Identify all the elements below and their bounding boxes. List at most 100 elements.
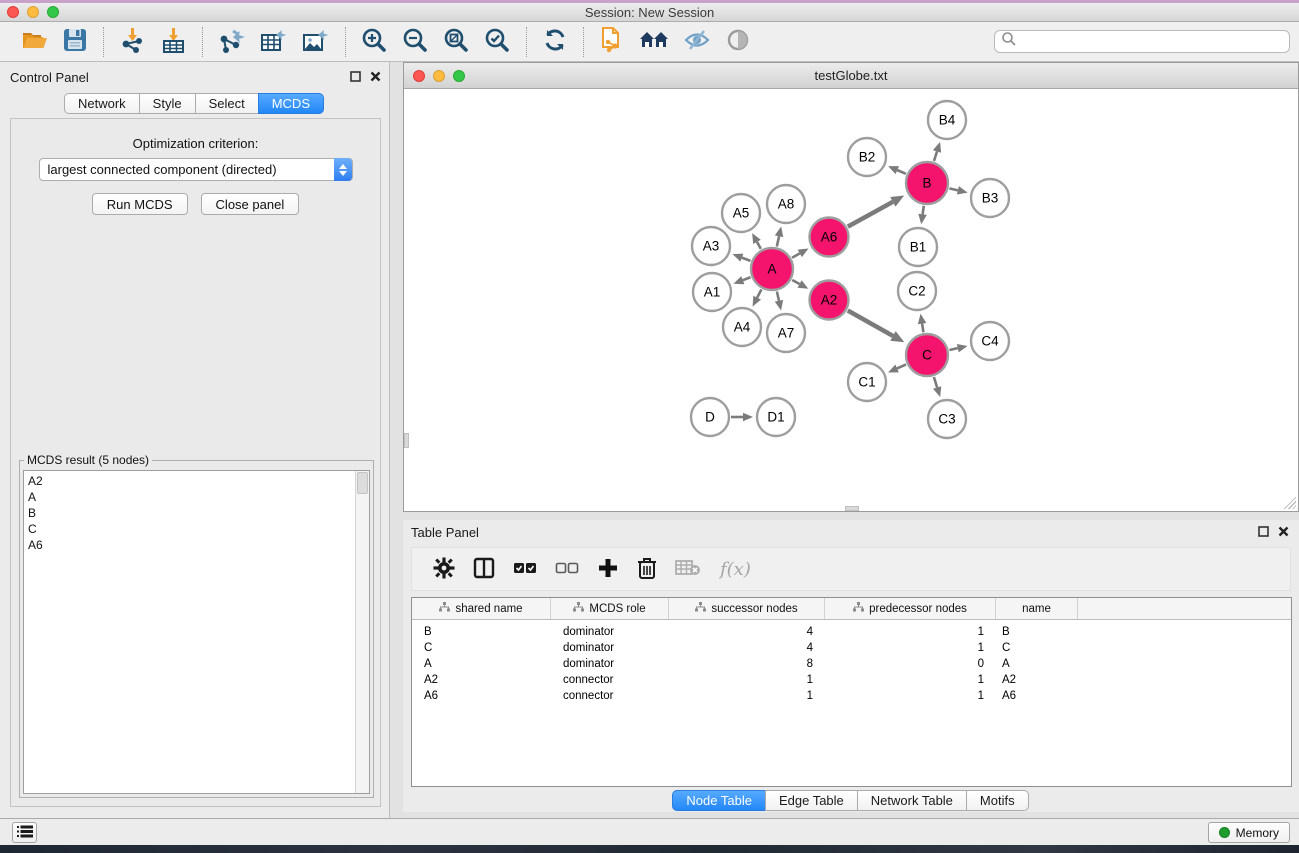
graph-edge-A-A6[interactable] [792,253,800,257]
memory-button[interactable]: Memory [1208,822,1290,843]
graph-edge-C-C1[interactable] [897,364,906,368]
zoom-selected-button[interactable] [482,25,513,59]
graph-node-B4[interactable]: B4 [928,101,966,139]
column-header-predecessor-nodes[interactable]: predecessor nodes [825,598,996,619]
zoom-out-button[interactable] [400,25,431,59]
search-input[interactable] [1017,32,1289,51]
graph-node-C3[interactable]: C3 [928,400,966,438]
graph-node-A4[interactable]: A4 [723,308,761,346]
graph-node-A[interactable]: A [751,248,793,290]
export-table-button[interactable] [258,25,290,59]
graph-node-A1[interactable]: A1 [693,273,731,311]
graph-edge-B-B1[interactable] [923,206,924,215]
column-header-name[interactable]: name [996,598,1078,619]
graph-edge-C-C4[interactable] [949,348,957,350]
graph-node-D1[interactable]: D1 [757,398,795,436]
hide-selected-button[interactable] [681,26,713,57]
open-session-button[interactable] [19,25,50,58]
vertical-scrollbar-thumb[interactable] [404,433,409,448]
graph-node-A2[interactable]: A2 [810,281,849,320]
graph-node-A5[interactable]: A5 [722,194,760,232]
graph-node-B[interactable]: B [906,162,948,204]
graph-edge-B-B3[interactable] [949,188,958,190]
graph-node-B1[interactable]: B1 [899,228,937,266]
graph-edge-A-A2[interactable] [792,280,799,284]
show-hidden-button[interactable] [723,26,753,57]
column-settings-button[interactable] [433,557,455,582]
list-item[interactable]: A6 [24,537,369,553]
graph-node-A8[interactable]: A8 [767,185,805,223]
import-table-button[interactable] [158,25,189,59]
function-builder-button[interactable]: f(x) [720,559,751,580]
graph-edge-C-C3[interactable] [934,377,937,388]
deselect-all-button[interactable] [555,560,579,579]
tab-network-table[interactable]: Network Table [857,790,967,811]
graph-node-B3[interactable]: B3 [971,179,1009,217]
zoom-in-button[interactable] [359,25,390,59]
list-item[interactable]: B [24,505,369,521]
close-panel-icon[interactable] [1278,524,1289,542]
graph-node-C4[interactable]: C4 [971,322,1009,360]
delete-column-button[interactable] [637,557,657,582]
graph-edge-A-A8[interactable] [777,236,779,246]
run-mcds-button[interactable]: Run MCDS [92,193,188,215]
graph-edge-A-A4[interactable] [757,289,761,297]
tab-mcds[interactable]: MCDS [258,93,324,114]
graph-node-C[interactable]: C [906,334,948,376]
show-task-history-button[interactable] [12,822,37,843]
graph-node-A6[interactable]: A6 [810,218,849,257]
new-network-from-selection-button[interactable] [597,24,627,59]
graph-edge-A6-B[interactable] [848,202,893,227]
graph-node-A7[interactable]: A7 [767,314,805,352]
graph-node-C2[interactable]: C2 [898,272,936,310]
graph-edge-A-A5[interactable] [757,242,761,249]
tab-motifs[interactable]: Motifs [966,790,1029,811]
tab-network[interactable]: Network [64,93,140,114]
tab-style[interactable]: Style [139,93,196,114]
column-header-shared-name[interactable]: shared name [412,598,551,619]
tab-edge-table[interactable]: Edge Table [765,790,858,811]
graph-node-A3[interactable]: A3 [692,227,730,265]
table-row[interactable]: A6 connector 1 1 A6 [412,688,1291,704]
column-header-mcds-role[interactable]: MCDS role [551,598,669,619]
graph-node-D[interactable]: D [691,398,729,436]
first-neighbors-button[interactable] [637,26,671,57]
horizontal-scrollbar-thumb[interactable] [845,506,859,511]
float-panel-icon[interactable] [350,69,361,87]
refresh-button[interactable] [540,25,570,58]
add-column-button[interactable] [597,557,619,582]
close-panel-button[interactable]: Close panel [201,193,300,215]
table-row[interactable]: C dominator 4 1 C [412,640,1291,656]
tab-select[interactable]: Select [195,93,259,114]
export-network-button[interactable] [216,25,248,59]
save-session-button[interactable] [60,25,90,58]
graph-node-B2[interactable]: B2 [848,138,886,176]
network-window-titlebar[interactable]: testGlobe.txt [404,63,1298,89]
select-all-button[interactable] [513,560,537,579]
float-panel-icon[interactable] [1258,524,1269,542]
network-minimize-button[interactable] [433,70,445,82]
graph-edge-B-B4[interactable] [934,151,937,161]
import-network-button[interactable] [117,25,148,59]
table-row[interactable]: A2 connector 1 1 A2 [412,672,1291,688]
graph-edge-A-A3[interactable] [742,258,751,261]
tab-node-table[interactable]: Node Table [672,790,766,811]
close-panel-icon[interactable] [370,69,381,87]
list-item[interactable]: C [24,521,369,537]
list-item[interactable]: A [24,489,369,505]
table-row[interactable]: B dominator 4 1 B [412,624,1291,640]
minimize-window-button[interactable] [27,6,39,18]
graph-edge-A-A7[interactable] [777,291,779,300]
delete-table-button[interactable] [675,559,701,580]
column-header-successor-nodes[interactable]: successor nodes [669,598,825,619]
network-close-button[interactable] [413,70,425,82]
network-graph[interactable]: A B C A6 A2 A5A8 A3 A1A4A7 B4 B2 B3 B1 C2 C4 C1 C3 D D1 [404,89,1298,511]
close-window-button[interactable] [7,6,19,18]
network-canvas[interactable]: A B C A6 A2 A5A8 A3 A1A4A7 B4 B2 B3 B1 C2 C4 C1 C3 D D1 [404,89,1298,511]
graph-edge-A-A1[interactable] [743,277,751,280]
show-columns-button[interactable] [473,557,495,582]
graph-edge-C-C2[interactable] [922,324,923,333]
graph-node-C1[interactable]: C1 [848,363,886,401]
result-scrollbar[interactable] [355,471,369,793]
criterion-dropdown[interactable]: largest connected component (directed) [39,158,353,181]
